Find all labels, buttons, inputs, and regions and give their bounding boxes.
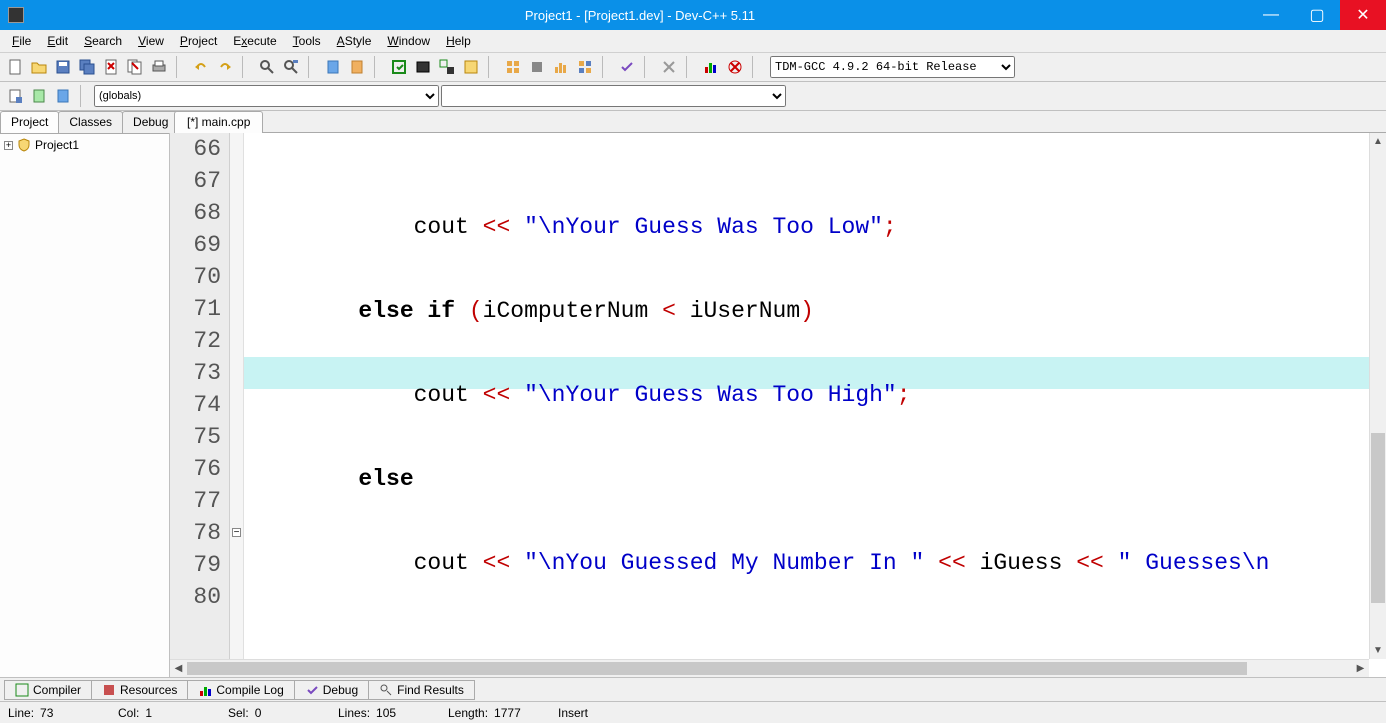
menu-file[interactable]: File [4, 32, 39, 50]
new-file-icon[interactable] [4, 56, 26, 78]
menu-tools[interactable]: Tools [285, 32, 329, 50]
profile-icon[interactable] [550, 56, 572, 78]
debug-check-icon[interactable] [616, 56, 638, 78]
scroll-up-icon[interactable]: ▲ [1370, 133, 1386, 150]
menu-help[interactable]: Help [438, 32, 479, 50]
insert-icon[interactable] [4, 85, 26, 107]
menu-project[interactable]: Project [172, 32, 225, 50]
side-tab-debug[interactable]: Debug [122, 111, 179, 133]
rebuild-icon[interactable] [460, 56, 482, 78]
debug-stop-icon[interactable] [658, 56, 680, 78]
clean-icon[interactable] [724, 56, 746, 78]
toolbar-main: TDM-GCC 4.9.2 64-bit Release [0, 53, 1386, 82]
scroll-right-icon[interactable]: ▶ [1352, 660, 1369, 677]
status-mode: Insert [558, 706, 638, 720]
stop-debug-icon[interactable] [526, 56, 548, 78]
editor-panel: [*] main.cpp 666768697071727374757677787… [170, 111, 1386, 677]
compile-run-icon[interactable] [436, 56, 458, 78]
scroll-left-icon[interactable]: ◀ [170, 660, 187, 677]
undo-icon[interactable] [190, 56, 212, 78]
redo-icon[interactable] [214, 56, 236, 78]
side-panel: Project Classes Debug + Project1 [0, 111, 170, 677]
status-col: Col:1 [118, 706, 198, 720]
bottom-tab-compiler[interactable]: Compiler [4, 680, 92, 700]
side-tab-classes[interactable]: Classes [58, 111, 123, 133]
project-name: Project1 [35, 138, 79, 152]
maximize-button[interactable]: ▢ [1294, 0, 1340, 30]
compile-icon[interactable] [388, 56, 410, 78]
scroll-thumb[interactable] [1371, 433, 1385, 603]
hscroll-thumb[interactable] [187, 662, 1247, 675]
goto-bookmark-icon[interactable] [346, 56, 368, 78]
menu-window[interactable]: Window [379, 32, 438, 50]
save-all-icon[interactable] [76, 56, 98, 78]
menu-astyle[interactable]: AStyle [329, 32, 380, 50]
menu-edit[interactable]: Edit [39, 32, 76, 50]
bottom-tab-resources[interactable]: Resources [91, 680, 188, 700]
print-icon[interactable] [148, 56, 170, 78]
toolbar-scope: (globals) [0, 82, 1386, 111]
save-icon[interactable] [52, 56, 74, 78]
menubar: File Edit Search View Project Execute To… [0, 30, 1386, 53]
open-icon[interactable] [28, 56, 50, 78]
compiler-selector[interactable]: TDM-GCC 4.9.2 64-bit Release [770, 56, 1015, 78]
bottom-tab-compile-log[interactable]: Compile Log [187, 680, 294, 700]
profile-analysis-icon[interactable] [574, 56, 596, 78]
find-results-icon [379, 683, 393, 697]
vertical-scrollbar[interactable]: ▲▼ [1369, 133, 1386, 659]
toggle-icon[interactable] [28, 85, 50, 107]
fold-column: − [230, 133, 244, 677]
project-tree[interactable]: + Project1 [0, 134, 169, 677]
statusbar: Line:73 Col:1 Sel:0 Lines:105 Length:177… [0, 701, 1386, 723]
menu-search[interactable]: Search [76, 32, 130, 50]
menu-execute[interactable]: Execute [225, 32, 284, 50]
status-line: Line:73 [8, 706, 88, 720]
status-length: Length:1777 [448, 706, 528, 720]
replace-icon[interactable] [280, 56, 302, 78]
run-icon[interactable] [412, 56, 434, 78]
code-editor[interactable]: 666768697071727374757677787980 − cout <<… [170, 133, 1386, 677]
tree-root[interactable]: + Project1 [4, 138, 165, 152]
window-title: Project1 - [Project1.dev] - Dev-C++ 5.11 [32, 8, 1248, 23]
toggle-bookmark-icon[interactable] [322, 56, 344, 78]
goto-icon[interactable] [52, 85, 74, 107]
bottom-tab-find-results[interactable]: Find Results [368, 680, 475, 700]
side-tab-project[interactable]: Project [0, 111, 59, 133]
bottom-tab-debug[interactable]: Debug [294, 680, 369, 700]
bottom-tabs: Compiler Resources Compile Log Debug Fin… [0, 677, 1386, 701]
compiler-icon [15, 683, 29, 697]
shield-icon [17, 138, 31, 152]
expand-icon[interactable]: + [4, 141, 13, 150]
menu-view[interactable]: View [130, 32, 172, 50]
horizontal-scrollbar[interactable]: ◀▶ [170, 659, 1369, 677]
log-icon [198, 683, 212, 697]
scope-selector[interactable]: (globals) [94, 85, 439, 107]
gutter: 666768697071727374757677787980 [170, 133, 230, 677]
close-all-icon[interactable] [124, 56, 146, 78]
member-selector[interactable] [441, 85, 786, 107]
close-file-icon[interactable] [100, 56, 122, 78]
resources-icon [102, 683, 116, 697]
find-icon[interactable] [256, 56, 278, 78]
chart-icon[interactable] [700, 56, 722, 78]
file-tab-main[interactable]: [*] main.cpp [174, 111, 263, 133]
app-icon [8, 7, 24, 23]
minimize-button[interactable]: — [1248, 0, 1294, 30]
debug-icon[interactable] [502, 56, 524, 78]
titlebar: Project1 - [Project1.dev] - Dev-C++ 5.11… [0, 0, 1386, 30]
status-sel: Sel:0 [228, 706, 308, 720]
code-content[interactable]: cout << "\nYour Guess Was Too Low"; else… [244, 133, 1386, 677]
close-button[interactable]: ✕ [1340, 0, 1386, 30]
status-lines: Lines:105 [338, 706, 418, 720]
scroll-down-icon[interactable]: ▼ [1370, 642, 1386, 659]
debug-tab-icon [305, 683, 319, 697]
